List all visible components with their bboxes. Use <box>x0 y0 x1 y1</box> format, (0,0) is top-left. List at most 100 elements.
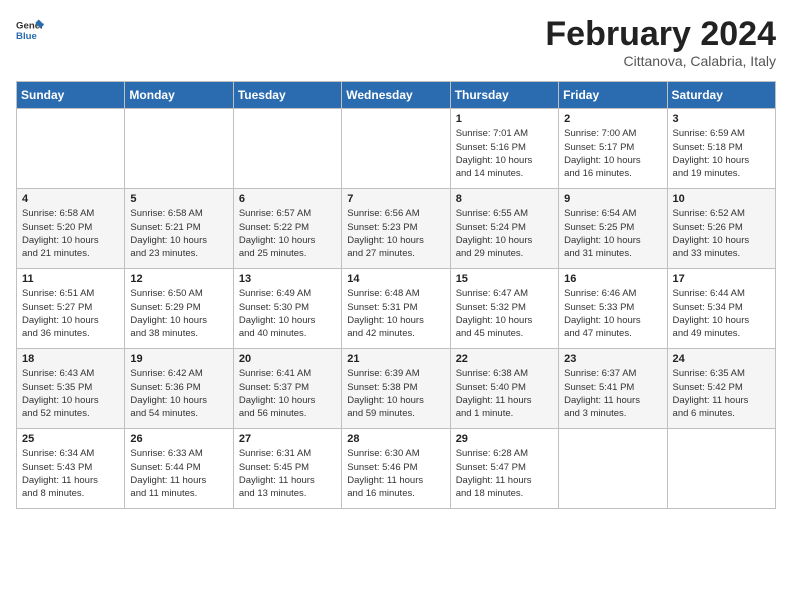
day-info: Sunrise: 6:33 AM Sunset: 5:44 PM Dayligh… <box>130 447 227 500</box>
day-number: 7 <box>347 193 444 205</box>
day-info: Sunrise: 6:56 AM Sunset: 5:23 PM Dayligh… <box>347 207 444 260</box>
day-number: 16 <box>564 273 661 285</box>
calendar-cell: 19Sunrise: 6:42 AM Sunset: 5:36 PM Dayli… <box>125 349 233 429</box>
calendar-cell: 29Sunrise: 6:28 AM Sunset: 5:47 PM Dayli… <box>450 429 558 509</box>
day-number: 9 <box>564 193 661 205</box>
column-header-wednesday: Wednesday <box>342 82 450 109</box>
day-info: Sunrise: 6:43 AM Sunset: 5:35 PM Dayligh… <box>22 367 119 420</box>
calendar-cell: 6 Sunrise: 6:57 AM Sunset: 5:22 PM Daylig… <box>233 189 341 269</box>
calendar-cell: 9 Sunrise: 6:54 AM Sunset: 5:25 PM Daylig… <box>559 189 667 269</box>
day-number: 5 <box>130 193 227 205</box>
main-title: February 2024 <box>545 16 776 53</box>
day-number: 22 <box>456 353 553 365</box>
calendar-cell <box>559 429 667 509</box>
day-info: Sunrise: 6:38 AM Sunset: 5:40 PM Dayligh… <box>456 367 553 420</box>
calendar-cell: 21 Sunrise: 6:39 AM Sunset: 5:38 PM Dayli… <box>342 349 450 429</box>
day-info: Sunrise: 6:44 AM Sunset: 5:34 PM Dayligh… <box>673 287 770 340</box>
day-info: Sunrise: 6:35 AM Sunset: 5:42 PM Dayligh… <box>673 367 770 420</box>
svg-text:Blue: Blue <box>16 31 37 42</box>
day-number: 19 <box>130 353 227 365</box>
calendar-cell <box>667 429 775 509</box>
calendar-row: 1Sunrise: 7:01 AM Sunset: 5:16 PM Daylig… <box>17 109 776 189</box>
calendar-cell: 24 Sunrise: 6:35 AM Sunset: 5:42 PM Dayli… <box>667 349 775 429</box>
calendar-cell <box>342 109 450 189</box>
day-number: 11 <box>22 273 119 285</box>
calendar-cell: 16 Sunrise: 6:46 AM Sunset: 5:33 PM Dayli… <box>559 269 667 349</box>
calendar-cell: 12 Sunrise: 6:50 AM Sunset: 5:29 PM Dayli… <box>125 269 233 349</box>
day-info: Sunrise: 7:01 AM Sunset: 5:16 PM Dayligh… <box>456 127 553 180</box>
calendar-cell <box>233 109 341 189</box>
day-info: Sunrise: 6:49 AM Sunset: 5:30 PM Dayligh… <box>239 287 336 340</box>
calendar-cell <box>125 109 233 189</box>
day-info: Sunrise: 6:46 AM Sunset: 5:33 PM Dayligh… <box>564 287 661 340</box>
calendar-cell: 13 Sunrise: 6:49 AM Sunset: 5:30 PM Dayli… <box>233 269 341 349</box>
column-header-saturday: Saturday <box>667 82 775 109</box>
day-number: 18 <box>22 353 119 365</box>
calendar-cell: 7 Sunrise: 6:56 AM Sunset: 5:23 PM Daylig… <box>342 189 450 269</box>
calendar-cell: 28 Sunrise: 6:30 AM Sunset: 5:46 PM Dayli… <box>342 429 450 509</box>
day-number: 27 <box>239 433 336 445</box>
day-info: Sunrise: 6:37 AM Sunset: 5:41 PM Dayligh… <box>564 367 661 420</box>
day-info: Sunrise: 6:55 AM Sunset: 5:24 PM Dayligh… <box>456 207 553 260</box>
day-number: 3 <box>673 113 770 125</box>
logo-icon: General Blue <box>16 16 44 44</box>
day-number: 6 <box>239 193 336 205</box>
calendar-cell: 11 Sunrise: 6:51 AM Sunset: 5:27 PM Dayli… <box>17 269 125 349</box>
day-info: Sunrise: 6:52 AM Sunset: 5:26 PM Dayligh… <box>673 207 770 260</box>
calendar-row: 4 Sunrise: 6:58 AM Sunset: 5:20 PM Daylig… <box>17 189 776 269</box>
calendar-cell <box>17 109 125 189</box>
calendar-header: SundayMondayTuesdayWednesdayThursdayFrid… <box>17 82 776 109</box>
calendar-cell: 17 Sunrise: 6:44 AM Sunset: 5:34 PM Dayli… <box>667 269 775 349</box>
day-number: 29 <box>456 433 553 445</box>
day-info: Sunrise: 6:59 AM Sunset: 5:18 PM Dayligh… <box>673 127 770 180</box>
day-info: Sunrise: 6:48 AM Sunset: 5:31 PM Dayligh… <box>347 287 444 340</box>
column-header-thursday: Thursday <box>450 82 558 109</box>
day-number: 26 <box>130 433 227 445</box>
day-info: Sunrise: 6:34 AM Sunset: 5:43 PM Dayligh… <box>22 447 119 500</box>
day-info: Sunrise: 6:47 AM Sunset: 5:32 PM Dayligh… <box>456 287 553 340</box>
column-header-tuesday: Tuesday <box>233 82 341 109</box>
day-number: 13 <box>239 273 336 285</box>
calendar-cell: 27 Sunrise: 6:31 AM Sunset: 5:45 PM Dayli… <box>233 429 341 509</box>
day-info: Sunrise: 7:00 AM Sunset: 5:17 PM Dayligh… <box>564 127 661 180</box>
calendar-row: 25Sunrise: 6:34 AM Sunset: 5:43 PM Dayli… <box>17 429 776 509</box>
logo: General Blue <box>16 16 44 44</box>
calendar-body: 1Sunrise: 7:01 AM Sunset: 5:16 PM Daylig… <box>17 109 776 509</box>
day-number: 17 <box>673 273 770 285</box>
calendar-cell: 5Sunrise: 6:58 AM Sunset: 5:21 PM Daylig… <box>125 189 233 269</box>
calendar-cell: 23Sunrise: 6:37 AM Sunset: 5:41 PM Dayli… <box>559 349 667 429</box>
day-info: Sunrise: 6:54 AM Sunset: 5:25 PM Dayligh… <box>564 207 661 260</box>
calendar-cell: 3 Sunrise: 6:59 AM Sunset: 5:18 PM Daylig… <box>667 109 775 189</box>
day-info: Sunrise: 6:30 AM Sunset: 5:46 PM Dayligh… <box>347 447 444 500</box>
day-number: 2 <box>564 113 661 125</box>
calendar-cell: 14Sunrise: 6:48 AM Sunset: 5:31 PM Dayli… <box>342 269 450 349</box>
calendar-table: SundayMondayTuesdayWednesdayThursdayFrid… <box>16 81 776 509</box>
title-area: February 2024 Cittanova, Calabria, Italy <box>545 16 776 69</box>
day-info: Sunrise: 6:31 AM Sunset: 5:45 PM Dayligh… <box>239 447 336 500</box>
day-number: 15 <box>456 273 553 285</box>
day-number: 10 <box>673 193 770 205</box>
calendar-cell: 22 Sunrise: 6:38 AM Sunset: 5:40 PM Dayli… <box>450 349 558 429</box>
calendar-cell: 20Sunrise: 6:41 AM Sunset: 5:37 PM Dayli… <box>233 349 341 429</box>
column-header-friday: Friday <box>559 82 667 109</box>
subtitle: Cittanova, Calabria, Italy <box>545 53 776 69</box>
page-header: General Blue February 2024 Cittanova, Ca… <box>16 16 776 69</box>
day-info: Sunrise: 6:39 AM Sunset: 5:38 PM Dayligh… <box>347 367 444 420</box>
calendar-cell: 26 Sunrise: 6:33 AM Sunset: 5:44 PM Dayli… <box>125 429 233 509</box>
day-number: 24 <box>673 353 770 365</box>
calendar-row: 11 Sunrise: 6:51 AM Sunset: 5:27 PM Dayli… <box>17 269 776 349</box>
day-number: 12 <box>130 273 227 285</box>
day-info: Sunrise: 6:57 AM Sunset: 5:22 PM Dayligh… <box>239 207 336 260</box>
day-number: 8 <box>456 193 553 205</box>
day-number: 4 <box>22 193 119 205</box>
day-info: Sunrise: 6:41 AM Sunset: 5:37 PM Dayligh… <box>239 367 336 420</box>
day-number: 28 <box>347 433 444 445</box>
day-number: 21 <box>347 353 444 365</box>
column-header-sunday: Sunday <box>17 82 125 109</box>
day-info: Sunrise: 6:58 AM Sunset: 5:20 PM Dayligh… <box>22 207 119 260</box>
day-info: Sunrise: 6:51 AM Sunset: 5:27 PM Dayligh… <box>22 287 119 340</box>
calendar-cell: 10 Sunrise: 6:52 AM Sunset: 5:26 PM Dayli… <box>667 189 775 269</box>
day-info: Sunrise: 6:50 AM Sunset: 5:29 PM Dayligh… <box>130 287 227 340</box>
calendar-cell: 25Sunrise: 6:34 AM Sunset: 5:43 PM Dayli… <box>17 429 125 509</box>
calendar-cell: 4 Sunrise: 6:58 AM Sunset: 5:20 PM Daylig… <box>17 189 125 269</box>
